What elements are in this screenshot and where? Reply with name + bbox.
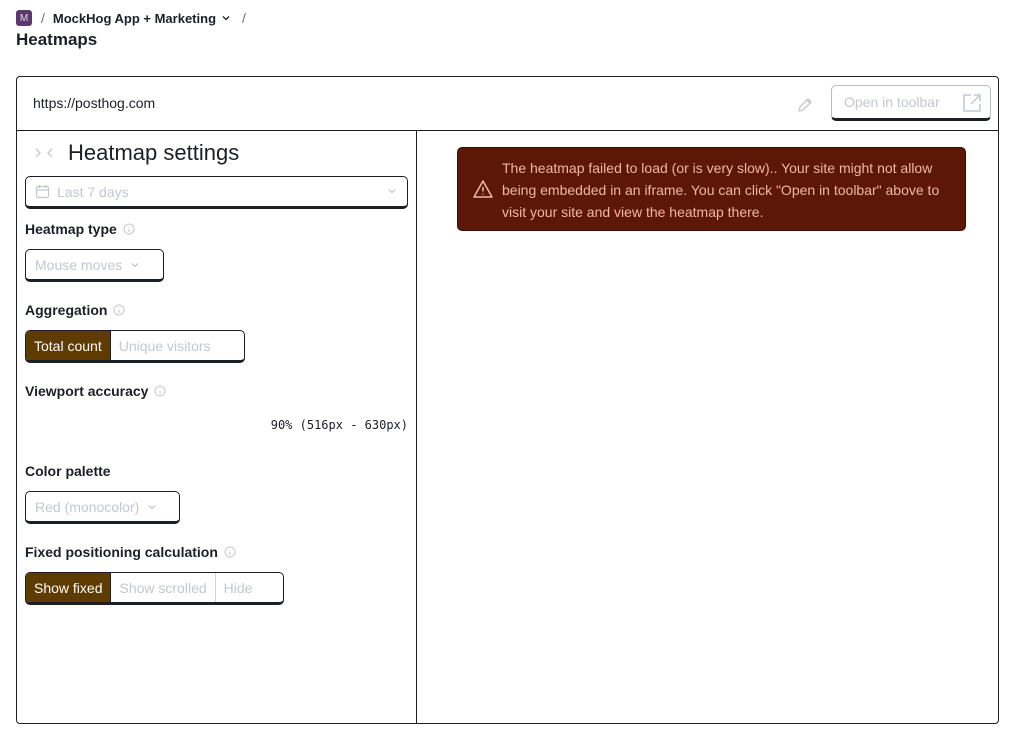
viewport-accuracy-label: Viewport accuracy <box>25 383 166 399</box>
pencil-icon[interactable] <box>796 96 814 114</box>
aggregation-label-text: Aggregation <box>25 302 108 318</box>
heatmap-type-label-text: Heatmap type <box>25 221 117 237</box>
color-palette-select[interactable]: Red (monocolor) <box>25 491 180 524</box>
info-icon[interactable] <box>113 304 125 316</box>
url-text[interactable]: https://posthog.com <box>33 95 155 111</box>
warning-icon <box>473 180 493 198</box>
color-palette-value: Red (monocolor) <box>35 498 140 515</box>
breadcrumb-separator: / <box>41 10 45 26</box>
open-in-toolbar-label: Open in toolbar <box>844 94 940 110</box>
settings-title: Heatmap settings <box>68 140 240 165</box>
url-bar: https://posthog.com Open in toolbar <box>17 77 998 131</box>
error-banner: The heatmap failed to load (or is very s… <box>457 147 966 231</box>
aggregation-option-total-count[interactable]: Total count <box>26 331 111 360</box>
heatmap-type-select[interactable]: Mouse moves <box>25 249 164 282</box>
fixed-positioning-label-text: Fixed positioning calculation <box>25 544 218 560</box>
heatmap-panel: https://posthog.com Open in toolbar Heat… <box>16 76 999 724</box>
breadcrumb-separator: / <box>242 10 246 26</box>
aggregation-option-unique-visitors[interactable]: Unique visitors <box>111 331 219 360</box>
error-message: The heatmap failed to load (or is very s… <box>502 160 940 220</box>
chevron-down-icon <box>222 16 230 21</box>
date-range-select[interactable]: Last 7 days <box>25 176 408 209</box>
aggregation-toggle: Total count Unique visitors <box>25 330 245 363</box>
heatmap-settings-sidebar: Heatmap settings Last 7 days Heatmap typ… <box>17 131 417 723</box>
breadcrumb: M / MockHog App + Marketing / <box>16 9 246 27</box>
info-icon[interactable] <box>224 546 236 558</box>
fixed-option-show-scrolled[interactable]: Show scrolled <box>111 573 216 602</box>
chevron-down-icon <box>388 189 396 194</box>
project-avatar[interactable]: M <box>16 10 32 26</box>
info-icon[interactable] <box>154 385 166 397</box>
heatmap-content-area: The heatmap failed to load (or is very s… <box>417 131 998 723</box>
date-range-value: Last 7 days <box>57 183 129 200</box>
external-link-icon <box>963 94 981 112</box>
collapse-icon[interactable] <box>34 143 54 163</box>
fixed-option-hide[interactable]: Hide <box>216 573 261 602</box>
chevron-down-icon <box>131 262 139 267</box>
chevron-down-icon <box>148 504 156 509</box>
info-icon[interactable] <box>123 223 135 235</box>
heatmap-type-value: Mouse moves <box>35 256 123 273</box>
color-palette-label-text: Color palette <box>25 463 111 479</box>
fixed-option-show-fixed[interactable]: Show fixed <box>26 573 112 602</box>
viewport-accuracy-value: 90% (516px - 630px) <box>270 418 408 432</box>
color-palette-label: Color palette <box>25 463 111 479</box>
open-in-toolbar-button[interactable]: Open in toolbar <box>831 85 991 121</box>
aggregation-label: Aggregation <box>25 302 125 318</box>
settings-header: Heatmap settings <box>34 140 239 166</box>
viewport-accuracy-label-text: Viewport accuracy <box>25 383 149 399</box>
heatmap-type-label: Heatmap type <box>25 221 135 237</box>
fixed-positioning-toggle: Show fixed Show scrolled Hide <box>25 572 284 605</box>
page-title: Heatmaps <box>16 30 98 49</box>
calendar-icon <box>35 185 50 199</box>
project-switcher[interactable]: MockHog App + Marketing <box>53 11 231 26</box>
fixed-positioning-label: Fixed positioning calculation <box>25 544 236 560</box>
project-name: MockHog App + Marketing <box>52 10 217 26</box>
